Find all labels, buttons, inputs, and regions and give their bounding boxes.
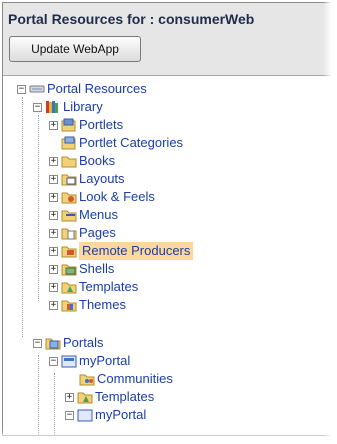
tree-node-remote-producers[interactable]: + Remote Producers bbox=[49, 242, 194, 260]
expand-icon[interactable]: + bbox=[49, 120, 58, 130]
layouts-icon bbox=[61, 174, 77, 186]
tree-node-layouts[interactable]: + Layouts bbox=[49, 170, 125, 188]
templates-icon bbox=[61, 282, 77, 294]
shells-icon bbox=[61, 264, 77, 276]
tree-label: Templates bbox=[95, 389, 155, 404]
tree-label-selected: Remote Producers bbox=[79, 242, 194, 260]
tree-label: Themes bbox=[79, 297, 126, 312]
expand-icon[interactable]: + bbox=[49, 228, 58, 238]
collapse-icon[interactable]: − bbox=[65, 410, 74, 420]
portlets-icon bbox=[61, 118, 76, 132]
tree-node-portals[interactable]: − Portals bbox=[33, 334, 103, 352]
tree-node-templates[interactable]: + Templates bbox=[49, 278, 138, 296]
tree-label: Layouts bbox=[79, 171, 125, 186]
panel-header: Portal Resources for : consumerWeb Updat… bbox=[3, 3, 331, 76]
portal-icon bbox=[61, 355, 77, 368]
expand-icon[interactable]: + bbox=[49, 192, 58, 202]
tree-label: myPortal bbox=[95, 407, 147, 422]
panel-title: Portal Resources for : consumerWeb bbox=[8, 11, 255, 27]
tree-label: Books bbox=[79, 153, 116, 168]
portal-resources-icon bbox=[29, 85, 45, 93]
tree-label: Look & Feels bbox=[79, 189, 155, 204]
collapse-icon[interactable]: − bbox=[33, 102, 42, 112]
portlet-categories-icon bbox=[61, 136, 76, 150]
expand-icon[interactable]: + bbox=[49, 210, 58, 220]
tree-label: Templates bbox=[79, 279, 139, 294]
tree-node-shells[interactable]: + Shells bbox=[49, 260, 114, 278]
portal-resources-panel: Portal Resources for : consumerWeb Updat… bbox=[2, 2, 332, 436]
menus-icon bbox=[61, 210, 77, 222]
pages-icon bbox=[61, 228, 77, 240]
tree-node-portal-templates[interactable]: + Templates bbox=[65, 388, 154, 406]
tree-label: Portlet Categories bbox=[79, 135, 184, 150]
tree-node-desktop-myportal[interactable]: − myPortal bbox=[65, 406, 146, 424]
expand-icon[interactable]: + bbox=[49, 174, 58, 184]
desktop-icon bbox=[77, 409, 93, 422]
collapse-icon[interactable]: − bbox=[33, 338, 42, 348]
expand-icon[interactable]: + bbox=[49, 264, 58, 274]
portals-icon bbox=[45, 338, 61, 350]
tree-node-library[interactable]: − Library bbox=[33, 98, 103, 116]
tree-label: Shells bbox=[79, 261, 115, 276]
tree-label: myPortal bbox=[79, 353, 131, 368]
library-books-icon bbox=[46, 101, 58, 113]
collapse-icon[interactable]: − bbox=[49, 356, 58, 366]
expand-icon[interactable]: + bbox=[49, 282, 58, 292]
tree-label: Communities bbox=[97, 371, 173, 386]
tree-node-communities[interactable]: Communities bbox=[79, 370, 173, 388]
tree-node-themes[interactable]: + Themes bbox=[49, 296, 126, 314]
expand-icon[interactable]: + bbox=[49, 246, 58, 256]
expand-icon[interactable]: + bbox=[49, 156, 58, 166]
expand-icon[interactable]: + bbox=[65, 392, 74, 402]
collapse-icon[interactable]: − bbox=[17, 84, 26, 94]
tree-node-books[interactable]: + Books bbox=[49, 152, 115, 170]
tree-label: Pages bbox=[79, 225, 116, 240]
update-webapp-button[interactable]: Update WebApp bbox=[9, 36, 141, 62]
tree-node-menus[interactable]: + Menus bbox=[49, 206, 118, 224]
tree-label: Portals bbox=[63, 335, 104, 350]
tree-label: Portal Resources bbox=[47, 81, 147, 96]
tree-node-portlets[interactable]: + Portlets bbox=[49, 116, 123, 134]
remote-producers-icon bbox=[61, 246, 77, 258]
tree-label: Menus bbox=[79, 207, 119, 222]
tree-label: Portlets bbox=[79, 117, 124, 132]
templates-icon bbox=[77, 392, 93, 404]
look-and-feels-icon bbox=[61, 192, 77, 204]
folder-icon bbox=[61, 156, 77, 168]
tree-node-look-and-feels[interactable]: + Look & Feels bbox=[49, 188, 155, 206]
tree-node-portlet-categories[interactable]: Portlet Categories bbox=[61, 134, 183, 152]
tree-node-pages[interactable]: + Pages bbox=[49, 224, 116, 242]
tree-node-portal-resources[interactable]: − Portal Resources bbox=[17, 80, 147, 98]
communities-icon bbox=[79, 374, 95, 386]
expand-icon[interactable]: + bbox=[49, 300, 58, 310]
themes-icon bbox=[61, 300, 77, 312]
tree-node-myportal[interactable]: − myPortal bbox=[49, 352, 130, 370]
torn-edge-right bbox=[323, 0, 337, 444]
torn-edge-bottom bbox=[0, 430, 337, 444]
tree-label: Library bbox=[63, 99, 103, 114]
